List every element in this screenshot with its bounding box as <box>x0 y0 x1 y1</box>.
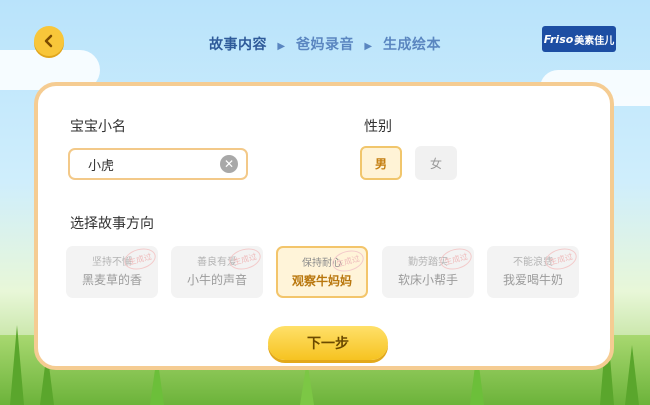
grass-blade <box>625 345 639 405</box>
generated-stamp: 生成过 <box>121 246 158 273</box>
story-direction-card[interactable]: 生成过 善良有爱 小牛的声音 <box>171 246 263 298</box>
brand-logo: Friso 美素佳儿 <box>542 26 616 52</box>
story-direction-card-selected[interactable]: 生成过 保持耐心 观察牛妈妈 <box>276 246 368 298</box>
story-form-card: 宝宝小名 ✕ 性别 男 女 选择故事方向 生成过 坚持不懈 黑麦草的香 生成过 … <box>34 82 614 370</box>
story-direction-card[interactable]: 生成过 不能浪费 我爱喝牛奶 <box>487 246 579 298</box>
direction-title: 小牛的声音 <box>186 273 247 287</box>
gender-option-female[interactable]: 女 <box>415 146 457 180</box>
step-generate-book: 生成绘本 <box>382 37 441 53</box>
generated-stamp: 生成过 <box>226 246 263 273</box>
story-direction-card[interactable]: 生成过 坚持不懈 黑麦草的香 <box>66 246 158 298</box>
clear-icon[interactable]: ✕ <box>220 155 238 173</box>
baby-name-field[interactable]: ✕ <box>68 148 248 180</box>
direction-title: 观察牛妈妈 <box>291 274 352 288</box>
gender-label: 性别 <box>364 119 392 135</box>
direction-title: 我爱喝牛奶 <box>502 273 563 287</box>
direction-title: 软床小帮手 <box>397 273 458 287</box>
grass-blade <box>10 325 24 405</box>
next-step-button[interactable]: 下一步 <box>268 326 388 360</box>
step-separator-icon: ▶ <box>364 41 373 52</box>
generated-stamp: 生成过 <box>329 248 366 275</box>
baby-name-label: 宝宝小名 <box>70 119 126 135</box>
step-parent-recording: 爸妈录音 <box>296 37 354 53</box>
baby-name-input[interactable] <box>86 155 220 173</box>
step-separator-icon: ▶ <box>277 41 286 52</box>
step-story-content: 故事内容 <box>209 37 268 53</box>
direction-title: 黑麦草的香 <box>81 273 142 287</box>
story-direction-card[interactable]: 生成过 勤劳踏实 软床小帮手 <box>382 246 474 298</box>
generated-stamp: 生成过 <box>437 246 474 273</box>
story-direction-label: 选择故事方向 <box>70 216 154 232</box>
logo-text-cn: 美素佳儿 <box>574 35 615 47</box>
generated-stamp: 生成过 <box>542 246 579 273</box>
logo-text-en: Friso <box>543 32 574 46</box>
gender-option-male[interactable]: 男 <box>360 146 402 180</box>
